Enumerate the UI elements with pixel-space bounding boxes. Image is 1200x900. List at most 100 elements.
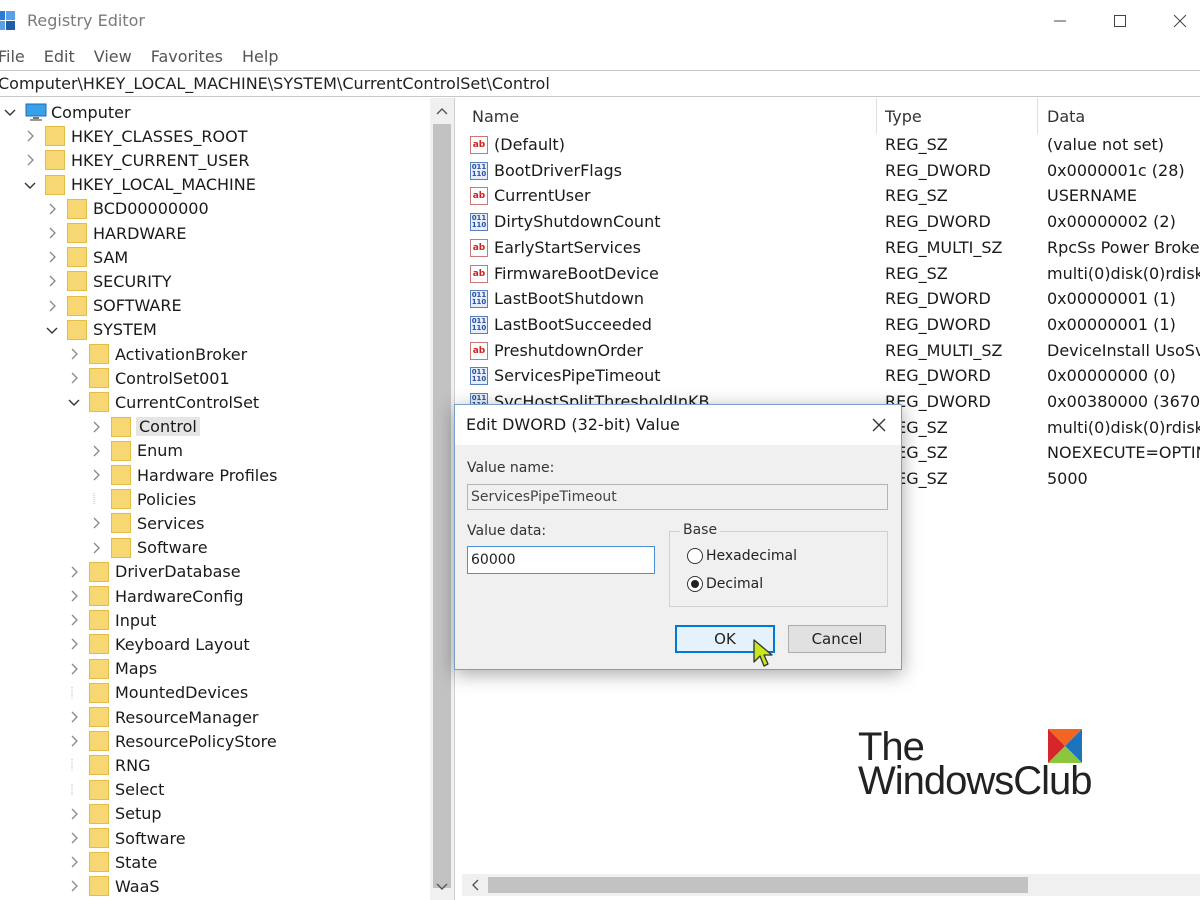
maximize-button[interactable] <box>1090 0 1150 42</box>
tree-node[interactable]: WaaS <box>68 874 161 898</box>
column-separator[interactable] <box>876 98 877 134</box>
tree-node[interactable]: SYSTEM <box>46 318 158 342</box>
list-scroll-thumb[interactable] <box>488 877 1028 893</box>
chevron-down-icon[interactable] <box>24 179 36 191</box>
cancel-button[interactable]: Cancel <box>788 625 886 653</box>
radio-decimal[interactable]: Decimal <box>687 576 763 592</box>
chevron-right-icon[interactable] <box>68 711 80 723</box>
dialog-close-button[interactable] <box>865 411 893 439</box>
close-button[interactable] <box>1150 0 1200 42</box>
address-bar[interactable]: Computer\HKEY_LOCAL_MACHINE\SYSTEM\Curre… <box>0 70 1200 97</box>
chevron-right-icon[interactable] <box>46 251 58 263</box>
tree-node[interactable]: ResourceManager <box>68 705 260 729</box>
chevron-right-icon[interactable] <box>68 614 80 626</box>
chevron-right-icon[interactable] <box>68 856 80 868</box>
tree-node[interactable]: HARDWARE <box>46 221 188 245</box>
chevron-right-icon[interactable] <box>68 663 80 675</box>
tree-node[interactable]: MountedDevices <box>68 681 249 705</box>
chevron-right-icon[interactable] <box>90 445 102 457</box>
chevron-right-icon[interactable] <box>68 590 80 602</box>
tree-node[interactable]: Policies <box>90 487 197 511</box>
value-row[interactable]: ab FirmwareBootDevice REG_SZ multi(0)disk(0… <box>462 261 1200 287</box>
radio-button-icon[interactable] <box>687 548 703 564</box>
chevron-down-icon[interactable] <box>46 324 58 336</box>
menu-view[interactable]: View <box>94 47 132 66</box>
chevron-right-icon[interactable] <box>68 566 80 578</box>
tree-node[interactable]: SAM <box>46 245 129 269</box>
menu-help[interactable]: Help <box>242 47 278 66</box>
menu-file[interactable]: File <box>0 47 25 66</box>
chevron-right-icon[interactable] <box>24 154 36 166</box>
column-header-name[interactable]: Name <box>472 98 872 134</box>
value-row[interactable]: ab CurrentUser REG_SZ USERNAME <box>462 183 1200 209</box>
scroll-left-button[interactable] <box>466 876 484 894</box>
tree-node[interactable]: HKEY_LOCAL_MACHINE <box>24 173 257 197</box>
menu-edit[interactable]: Edit <box>44 47 75 66</box>
menu-favorites[interactable]: Favorites <box>151 47 223 66</box>
value-row[interactable]: 011 110 LastBootShutdown REG_DWORD 0x0000000… <box>462 286 1200 312</box>
value-data-input[interactable]: 60000 <box>467 546 655 574</box>
tree-node[interactable]: HardwareConfig <box>68 584 245 608</box>
chevron-right-icon[interactable] <box>68 372 80 384</box>
chevron-right-icon[interactable] <box>90 421 102 433</box>
chevron-right-icon[interactable] <box>46 227 58 239</box>
chevron-right-icon[interactable] <box>68 808 80 820</box>
tree-node[interactable]: CurrentControlSet <box>68 390 260 414</box>
tree-node[interactable]: Control <box>90 415 200 439</box>
value-row[interactable]: ab PreshutdownOrder REG_MULTI_SZ DeviceInst… <box>462 338 1200 364</box>
value-row[interactable]: ab (Default) REG_SZ (value not set) <box>462 132 1200 158</box>
chevron-down-icon[interactable] <box>68 396 80 408</box>
chevron-right-icon[interactable] <box>68 638 80 650</box>
tree-node[interactable]: ControlSet001 <box>68 366 231 390</box>
chevron-right-icon[interactable] <box>68 832 80 844</box>
tree-node[interactable]: SECURITY <box>46 269 173 293</box>
chevron-right-icon[interactable] <box>46 203 58 215</box>
tree-scroll-thumb[interactable] <box>433 124 451 888</box>
tree-node[interactable]: Services <box>90 511 205 535</box>
tree-node[interactable]: Setup <box>68 802 163 826</box>
column-header-type[interactable]: Type <box>885 98 1035 134</box>
tree-node[interactable]: Enum <box>90 439 184 463</box>
chevron-right-icon[interactable] <box>46 300 58 312</box>
chevron-down-icon[interactable] <box>4 106 16 118</box>
tree-node[interactable]: Select <box>68 778 165 802</box>
chevron-right-icon[interactable] <box>68 880 80 892</box>
tree-node[interactable]: ResourcePolicyStore <box>68 729 278 753</box>
tree-node[interactable]: Software <box>90 536 209 560</box>
tree-node[interactable]: HKEY_CLASSES_ROOT <box>24 124 248 148</box>
tree-node[interactable]: Maps <box>68 657 158 681</box>
tree-node[interactable]: Keyboard Layout <box>68 632 251 656</box>
chevron-right-icon[interactable] <box>90 542 102 554</box>
value-row[interactable]: 011 110 LastBootSucceeded REG_DWORD 0x000000… <box>462 312 1200 338</box>
tree-node[interactable]: Software <box>68 826 187 850</box>
tree-node[interactable]: ActivationBroker <box>68 342 248 366</box>
chevron-right-icon[interactable] <box>68 735 80 747</box>
address-path[interactable]: Computer\HKEY_LOCAL_MACHINE\SYSTEM\Curre… <box>0 74 550 93</box>
chevron-right-icon[interactable] <box>24 130 36 142</box>
minimize-button[interactable] <box>1030 0 1090 42</box>
value-row[interactable]: ab EarlyStartServices REG_MULTI_SZ RpcSs Po… <box>462 235 1200 261</box>
tree-node[interactable]: Computer <box>4 100 132 124</box>
list-horizontal-scrollbar[interactable] <box>462 874 1200 896</box>
scroll-up-button[interactable] <box>430 100 454 122</box>
tree-node[interactable]: HKEY_CURRENT_USER <box>24 148 250 172</box>
chevron-right-icon[interactable] <box>68 348 80 360</box>
tree-node[interactable]: DriverDatabase <box>68 560 242 584</box>
chevron-right-icon[interactable] <box>90 517 102 529</box>
column-header-data[interactable]: Data <box>1047 98 1197 134</box>
tree-vertical-scrollbar[interactable] <box>430 98 454 900</box>
chevron-right-icon[interactable] <box>90 469 102 481</box>
tree-node[interactable]: Input <box>68 608 157 632</box>
radio-button-selected-icon[interactable] <box>687 576 703 592</box>
value-row[interactable]: 011 110 ServicesPipeTimeout REG_DWORD 0x0000… <box>462 363 1200 389</box>
tree-node[interactable]: Hardware Profiles <box>90 463 278 487</box>
scroll-down-button[interactable] <box>430 876 454 898</box>
column-separator[interactable] <box>1037 98 1038 134</box>
tree-node[interactable]: SOFTWARE <box>46 294 183 318</box>
value-row[interactable]: 011 110 DirtyShutdownCount REG_DWORD 0x00000… <box>462 209 1200 235</box>
radio-hexadecimal[interactable]: Hexadecimal <box>687 548 797 564</box>
chevron-right-icon[interactable] <box>46 275 58 287</box>
value-row[interactable]: 011 110 BootDriverFlags REG_DWORD 0x0000001c… <box>462 158 1200 184</box>
tree-node[interactable]: BCD00000000 <box>46 197 210 221</box>
tree-node[interactable]: RNG <box>68 753 151 777</box>
